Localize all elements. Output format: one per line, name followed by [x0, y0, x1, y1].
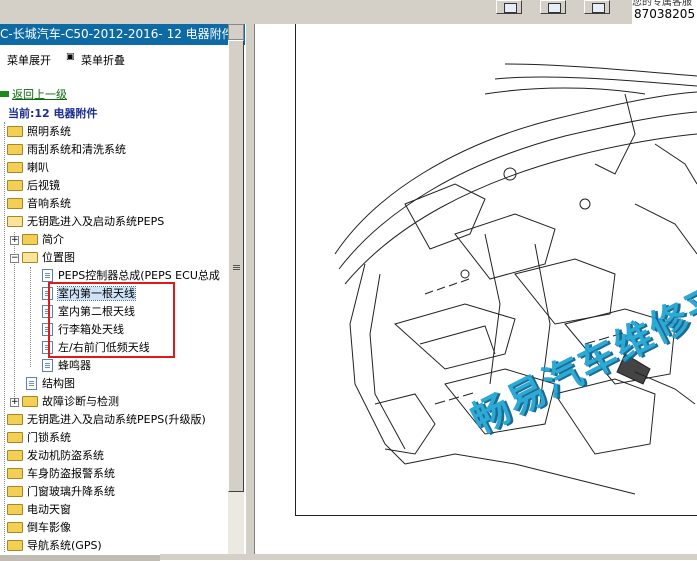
- window-icon: [592, 3, 605, 13]
- folder-icon: [7, 126, 23, 137]
- tree-item-gps[interactable]: 导航系统(GPS): [7, 537, 102, 555]
- folder-icon: [7, 144, 23, 155]
- tree-item-peps[interactable]: 无钥匙进入及启动系统PEPS: [7, 213, 164, 231]
- pane-splitter[interactable]: [245, 24, 255, 560]
- toolbar-button-3[interactable]: [584, 0, 610, 14]
- navigation-panel: C-长城汽车-C50-2012-2016- 12 电器附件. 菜单展开 ▣ 菜单…: [0, 24, 246, 560]
- folder-icon: [7, 162, 23, 173]
- horizontal-scrollbar[interactable]: [0, 554, 697, 561]
- current-location: 当前:12 电器附件: [8, 107, 98, 120]
- dashboard-drawing: [334, 63, 697, 495]
- contact-number: 87038205: [634, 7, 696, 21]
- tree-line: [4, 122, 5, 552]
- top-toolbar: 您的专属客服 87038205: [0, 0, 697, 24]
- folder-icon: [7, 522, 23, 533]
- document-icon: [42, 269, 53, 282]
- panel-title: C-长城汽车-C50-2012-2016- 12 电器附件.: [0, 24, 245, 45]
- toolbar-button-1[interactable]: [496, 0, 522, 14]
- folder-icon: [7, 198, 23, 209]
- tree-item-mirror[interactable]: 后视镜: [7, 177, 60, 195]
- expand-toggle[interactable]: +: [10, 398, 19, 407]
- tree-item-horn[interactable]: 喇叭: [7, 159, 49, 177]
- grip-icon: [233, 265, 240, 266]
- folder-icon: [7, 540, 23, 551]
- menu-collapse-button[interactable]: 菜单折叠: [81, 52, 125, 68]
- tree-item-reverse-camera[interactable]: 倒车影像: [7, 519, 71, 537]
- tree-item-peps-upgrade[interactable]: 无钥匙进入及启动系统PEPS(升级版): [7, 411, 206, 429]
- folder-open-icon: [22, 252, 38, 263]
- menu-expand-button[interactable]: 菜单展开: [7, 52, 51, 68]
- folder-icon: [7, 180, 23, 191]
- tree-item-audio[interactable]: 音响系统: [7, 195, 71, 213]
- tree-item-structure[interactable]: 结构图: [26, 375, 75, 393]
- contact-label: 您的专属客服: [632, 0, 692, 7]
- vertical-scrollbar[interactable]: [228, 24, 244, 560]
- window-icon: [504, 3, 517, 13]
- collapse-toggle[interactable]: −: [10, 254, 19, 263]
- tree-item-door-lock[interactable]: 门锁系统: [7, 429, 71, 447]
- document-icon: [26, 377, 37, 390]
- back-link[interactable]: 返回上一级: [0, 86, 67, 104]
- window-icon: [548, 3, 561, 13]
- folder-icon: [7, 468, 23, 479]
- back-arrow-icon: [0, 91, 9, 97]
- tree-item-immobilizer[interactable]: 发动机防盗系统: [7, 447, 104, 465]
- scroll-thumb[interactable]: [228, 40, 244, 492]
- tree-item-lighting[interactable]: 照明系统: [7, 123, 71, 141]
- folder-icon: [22, 396, 38, 407]
- folder-icon: [7, 486, 23, 497]
- expand-toggle[interactable]: +: [10, 236, 19, 245]
- tree-item-intro[interactable]: 简介: [22, 231, 64, 249]
- tree-item-buzzer[interactable]: 蜂鸣器: [42, 357, 91, 375]
- folder-open-icon: [7, 216, 23, 227]
- folder-icon: [7, 432, 23, 443]
- toolbar-button-2[interactable]: [540, 0, 566, 14]
- folder-icon: [7, 414, 23, 425]
- tree-item-window-lift[interactable]: 门窗玻璃升降系统: [7, 483, 115, 501]
- contact-info: 您的专属客服 87038205: [632, 0, 697, 24]
- diagram-viewer: [255, 24, 697, 554]
- document-icon: [42, 359, 53, 372]
- highlight-box: [48, 282, 175, 358]
- tree-item-diagnosis[interactable]: 故障诊断与检测: [22, 393, 119, 411]
- tree-item-alarm[interactable]: 车身防盗报警系统: [7, 465, 115, 483]
- folder-icon: [7, 504, 23, 515]
- tree-item-sunroof[interactable]: 电动天窗: [7, 501, 71, 519]
- collapse-icon: ▣: [66, 52, 75, 62]
- tree-item-wiper[interactable]: 雨刮系统和清洗系统: [7, 141, 126, 159]
- folder-icon: [22, 234, 38, 245]
- scroll-up-button[interactable]: [228, 24, 244, 40]
- folder-icon: [7, 450, 23, 461]
- tree-line: [30, 267, 31, 367]
- tree-item-location-diagram[interactable]: 位置图: [22, 249, 75, 267]
